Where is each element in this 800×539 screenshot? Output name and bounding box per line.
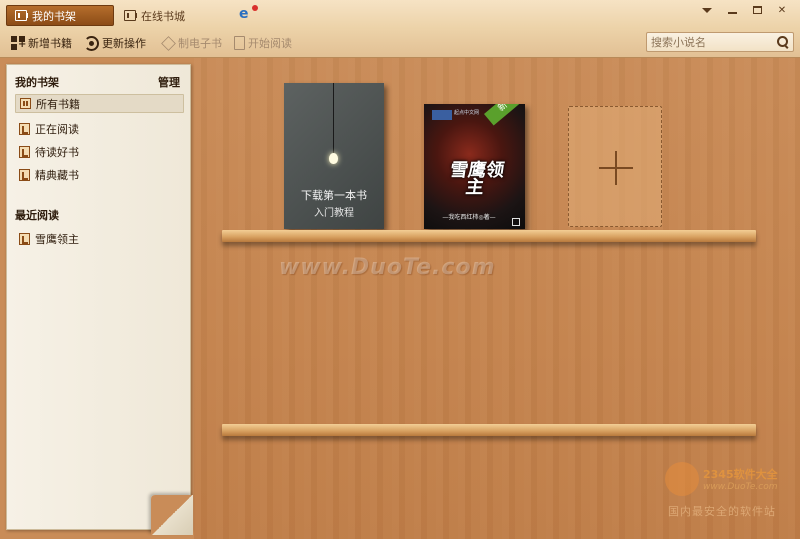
- sync-icon: [84, 35, 99, 51]
- sidebar-item-to-read[interactable]: 待读好书: [15, 142, 184, 161]
- corner-mark-icon: [512, 218, 520, 226]
- update-label: 更新操作: [102, 37, 146, 50]
- book-download-tutorial[interactable]: 下载第一本书 入门教程: [284, 83, 384, 229]
- book-cover-title: 雪鹰领主: [448, 160, 506, 198]
- sidebar-item-label: 待读好书: [35, 145, 79, 159]
- sidebar-item-classics[interactable]: 精典藏书: [15, 165, 184, 184]
- sidebar-item-label: 正在阅读: [35, 122, 79, 136]
- sidebar: 我的书架 管理 所有书籍 正在阅读 待读好书 精典藏书 最近阅读 雪鹰领主: [6, 64, 191, 530]
- shelf-section-title: 我的书架: [15, 76, 59, 89]
- tab-label: 我的书架: [32, 9, 76, 23]
- book-icon: [19, 168, 30, 181]
- tab-online-store[interactable]: 在线书城: [116, 5, 206, 26]
- recent-section-title: 最近阅读: [15, 209, 59, 222]
- search-input[interactable]: [651, 34, 771, 50]
- book-xueying-lingzhu[interactable]: 起点中文网 雪鹰领主 —我吃西红柿◎著— 新 1195: [424, 104, 525, 229]
- menu-button[interactable]: [697, 3, 717, 17]
- shelf-icon: [20, 98, 31, 109]
- minimize-icon: [727, 12, 737, 14]
- add-book-slot[interactable]: [568, 106, 662, 227]
- lightbulb-icon: [329, 153, 338, 164]
- brand-watermark: 2345软件大全 www.DuoTe.com: [665, 462, 795, 502]
- make-ebook-button[interactable]: 制电子书: [161, 35, 222, 51]
- brand-url: www.DuoTe.com: [703, 482, 778, 492]
- brand-name: 2345软件大全: [703, 468, 778, 481]
- publisher-logo: [432, 110, 452, 120]
- book-icon: [19, 232, 30, 245]
- title-bar: 我的书架 在线书城 e ✕: [0, 0, 800, 29]
- cube-icon: [161, 35, 176, 51]
- minimize-button[interactable]: [722, 3, 742, 17]
- sidebar-item-all-books[interactable]: 所有书籍: [15, 94, 184, 113]
- duote-watermark: www.DuoTe.com: [279, 255, 496, 280]
- sidebar-item-label: 所有书籍: [36, 97, 80, 111]
- start-reading-label: 开始阅读: [248, 37, 292, 50]
- manage-link[interactable]: 管理: [158, 74, 180, 90]
- maximize-icon: [752, 6, 762, 14]
- document-icon: [234, 36, 245, 50]
- shelf-board: [222, 230, 756, 242]
- brand-slogan: 国内最安全的软件站: [668, 505, 776, 518]
- maximize-button[interactable]: [747, 3, 767, 17]
- mascot-icon: [665, 462, 699, 496]
- sidebar-item-reading[interactable]: 正在阅读: [15, 119, 184, 138]
- recent-item-label: 雪鹰领主: [35, 232, 79, 246]
- recent-item[interactable]: 雪鹰领主: [15, 229, 184, 248]
- bulb-wire: [333, 83, 334, 155]
- close-button[interactable]: ✕: [772, 3, 792, 17]
- book-title: 下载第一本书: [301, 189, 367, 202]
- book-author: —我吃西红柿◎著—: [442, 214, 496, 221]
- dropdown-icon: [702, 7, 712, 13]
- make-ebook-label: 制电子书: [178, 37, 222, 50]
- tab-my-shelf[interactable]: 我的书架: [6, 5, 114, 26]
- start-reading-button[interactable]: 开始阅读: [234, 35, 292, 51]
- shelf-icon: [15, 10, 28, 21]
- store-icon: [124, 10, 137, 21]
- add-grid-icon: [11, 36, 26, 50]
- browser-icon[interactable]: e: [239, 5, 258, 22]
- book-icon: [19, 122, 30, 135]
- search-box: [646, 32, 794, 52]
- close-icon: ✕: [777, 4, 787, 16]
- page-curl: [151, 495, 193, 535]
- plus-icon: [599, 151, 633, 185]
- book-subtitle: 入门教程: [314, 208, 354, 219]
- tab-label: 在线书城: [141, 9, 185, 23]
- sidebar-item-label: 精典藏书: [35, 168, 79, 182]
- add-books-button[interactable]: 新增书籍: [11, 35, 72, 51]
- add-books-label: 新增书籍: [28, 37, 72, 50]
- shelf-board: [222, 424, 756, 436]
- update-button[interactable]: 更新操作: [84, 35, 146, 51]
- publisher-name: 起点中文网: [454, 110, 480, 116]
- search-icon[interactable]: [777, 36, 788, 47]
- new-chapter-badge: 新 1195: [484, 104, 525, 126]
- book-icon: [19, 145, 30, 158]
